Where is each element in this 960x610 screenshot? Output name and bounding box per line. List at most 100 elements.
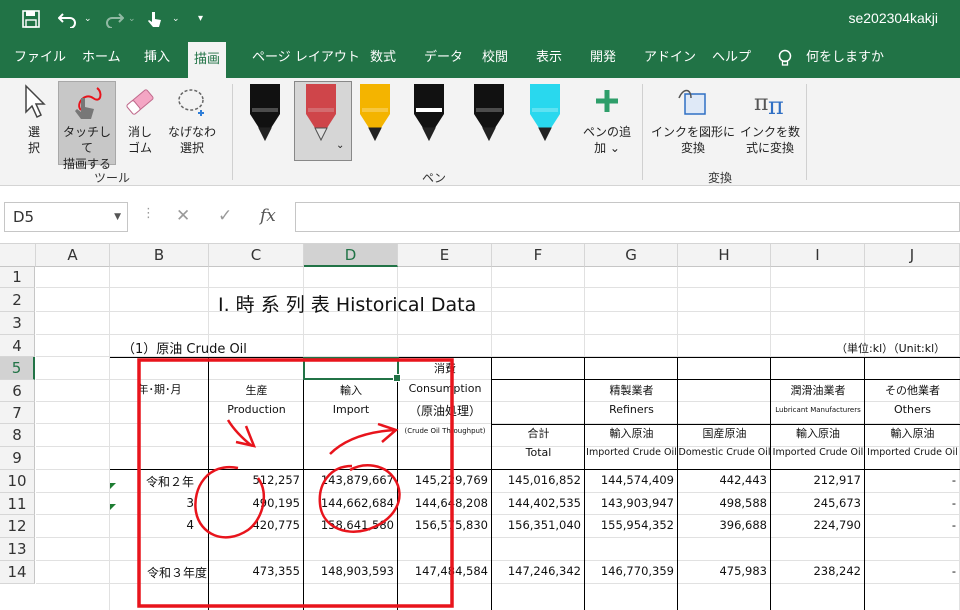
cell-total-r11[interactable]: 144,402,535 [492,496,581,510]
cell-cons-r11[interactable]: 144,648,208 [398,496,488,510]
tab-review[interactable]: 校閲 [476,46,514,78]
active-cell-d5[interactable] [303,357,401,382]
redo-dropdown-icon[interactable]: ⌄ [128,14,136,24]
lasso-select-button[interactable]: なげなわ 選択 [164,84,220,166]
tab-formulas[interactable]: 数式 [364,46,402,78]
worksheet-grid[interactable]: A B C D E F G H I J 1 2 3 4 5 6 7 8 9 10 11 12 13 14 … [0,244,960,610]
tab-insert[interactable]: 挿入 [138,46,176,78]
pen-3-icon[interactable] [360,84,390,142]
column-header-a[interactable]: A [36,244,110,267]
tab-developer[interactable]: 開発 [584,46,622,78]
cell-imp-r12[interactable]: 158,641,580 [304,518,394,532]
column-header-c[interactable]: C [209,244,304,267]
cell-period-r11[interactable]: 3 [110,496,194,510]
row-header-2[interactable]: 2 [0,288,35,312]
cell-cons-r10[interactable]: 145,229,769 [398,473,488,487]
cell-oth-r12[interactable]: - [865,518,956,532]
pen-6-icon[interactable] [530,84,560,142]
row-header-5[interactable]: 5 [0,357,35,380]
pen-gallery[interactable] [238,78,578,168]
tab-file[interactable]: ファイル [8,46,72,78]
cell-oth-r14[interactable]: - [865,564,956,578]
redo-icon[interactable] [104,10,125,32]
cancel-icon[interactable]: ✕ [176,206,190,226]
cell-lube-r14[interactable]: 238,242 [771,564,861,578]
cell-cons-r12[interactable]: 156,575,830 [398,518,488,532]
row-header-3[interactable]: 3 [0,312,35,335]
cell-period-r10[interactable]: 令和２年 [110,473,194,490]
column-header-e[interactable]: E [398,244,492,267]
cell-cons-r14[interactable]: 147,484,584 [398,564,488,578]
tab-data[interactable]: データ [418,46,469,78]
save-icon[interactable] [22,10,40,32]
undo-dropdown-icon[interactable]: ⌄ [84,14,92,24]
touch-draw-button[interactable]: タッチして 描画する [58,81,116,171]
tab-page-layout[interactable]: ページ レイアウト [246,46,366,78]
column-header-j[interactable]: J [865,244,960,267]
column-header-g[interactable]: G [585,244,678,267]
row-header-13[interactable]: 13 [0,538,35,561]
row-header-7[interactable]: 7 [0,402,35,424]
cell-ref_imp-r11[interactable]: 143,903,947 [585,496,674,510]
cell-dom-r10[interactable]: 442,443 [678,473,767,487]
tab-view[interactable]: 表示 [530,46,568,78]
row-header-6[interactable]: 6 [0,380,35,402]
cell-total-r10[interactable]: 145,016,852 [492,473,581,487]
error-indicator-icon[interactable] [110,504,116,510]
tab-addins[interactable]: アドイン [638,46,702,78]
cell-lube-r12[interactable]: 224,790 [771,518,861,532]
cell-dom-r11[interactable]: 498,588 [678,496,767,510]
column-header-d[interactable]: D [304,244,398,267]
cell-ref_imp-r10[interactable]: 144,574,409 [585,473,674,487]
row-header-1[interactable]: 1 [0,267,35,288]
row-header-9[interactable]: 9 [0,447,35,470]
column-header-f[interactable]: F [492,244,585,267]
cell-period-r14[interactable]: 令和３年度 [110,564,207,581]
cell-lube-r11[interactable]: 245,673 [771,496,861,510]
tab-home[interactable]: ホーム [76,46,127,78]
row-header-10[interactable]: 10 [0,470,35,493]
tell-me-search[interactable]: 何をしますか [800,46,890,78]
pen-1-icon[interactable] [250,84,280,142]
row-header-8[interactable]: 8 [0,424,35,447]
select-button[interactable]: 選 択 [14,84,54,166]
cell-ref_imp-r14[interactable]: 146,770,359 [585,564,674,578]
enter-icon[interactable]: ✓ [218,206,232,226]
add-pen-button[interactable]: ペンの追 加 ⌄ [578,84,636,166]
row-header-11[interactable]: 11 [0,493,35,515]
cell-dom-r12[interactable]: 396,688 [678,518,767,532]
cell-prod-r12[interactable]: 420,775 [209,518,300,532]
column-header-i[interactable]: I [771,244,865,267]
row-header-12[interactable]: 12 [0,515,35,538]
cell-period-r12[interactable]: 4 [110,518,194,532]
row-header-4[interactable]: 4 [0,335,35,357]
more-options-icon[interactable]: ⋮ [142,206,155,221]
pen-options-chevron-icon[interactable]: ⌄ [336,140,344,151]
cell-dom-r14[interactable]: 475,983 [678,564,767,578]
eraser-button[interactable]: 消し ゴム [120,84,160,166]
select-all-corner[interactable] [0,244,36,267]
lightbulb-icon[interactable] [772,46,798,78]
ink-to-math-button[interactable]: ππ インクを数 式に変換 [738,84,802,166]
error-indicator-icon[interactable] [110,483,116,489]
name-box-dropdown-icon[interactable]: ▼ [114,203,121,231]
touch-mode-icon[interactable] [146,10,162,34]
cell-prod-r11[interactable]: 490,195 [209,496,300,510]
row-header-14[interactable]: 14 [0,561,35,584]
name-box[interactable]: D5 ▼ [4,202,128,232]
cell-imp-r11[interactable]: 144,662,684 [304,496,394,510]
cell-imp-r14[interactable]: 148,903,593 [304,564,394,578]
customize-toolbar-icon[interactable]: ▾ [198,13,203,24]
formula-input[interactable] [295,202,960,232]
undo-icon[interactable] [57,10,78,32]
tab-help[interactable]: ヘルプ [706,46,757,78]
column-header-b[interactable]: B [110,244,209,267]
cell-total-r14[interactable]: 147,246,342 [492,564,581,578]
ink-to-shape-button[interactable]: インクを図形に 変換 [648,84,738,166]
pen-4-icon[interactable] [414,84,444,142]
cell-prod-r10[interactable]: 512,257 [209,473,300,487]
column-header-h[interactable]: H [678,244,771,267]
cell-lube-r10[interactable]: 212,917 [771,473,861,487]
touch-dropdown-icon[interactable]: ⌄ [172,14,180,24]
insert-function-icon[interactable]: fx [260,206,276,226]
